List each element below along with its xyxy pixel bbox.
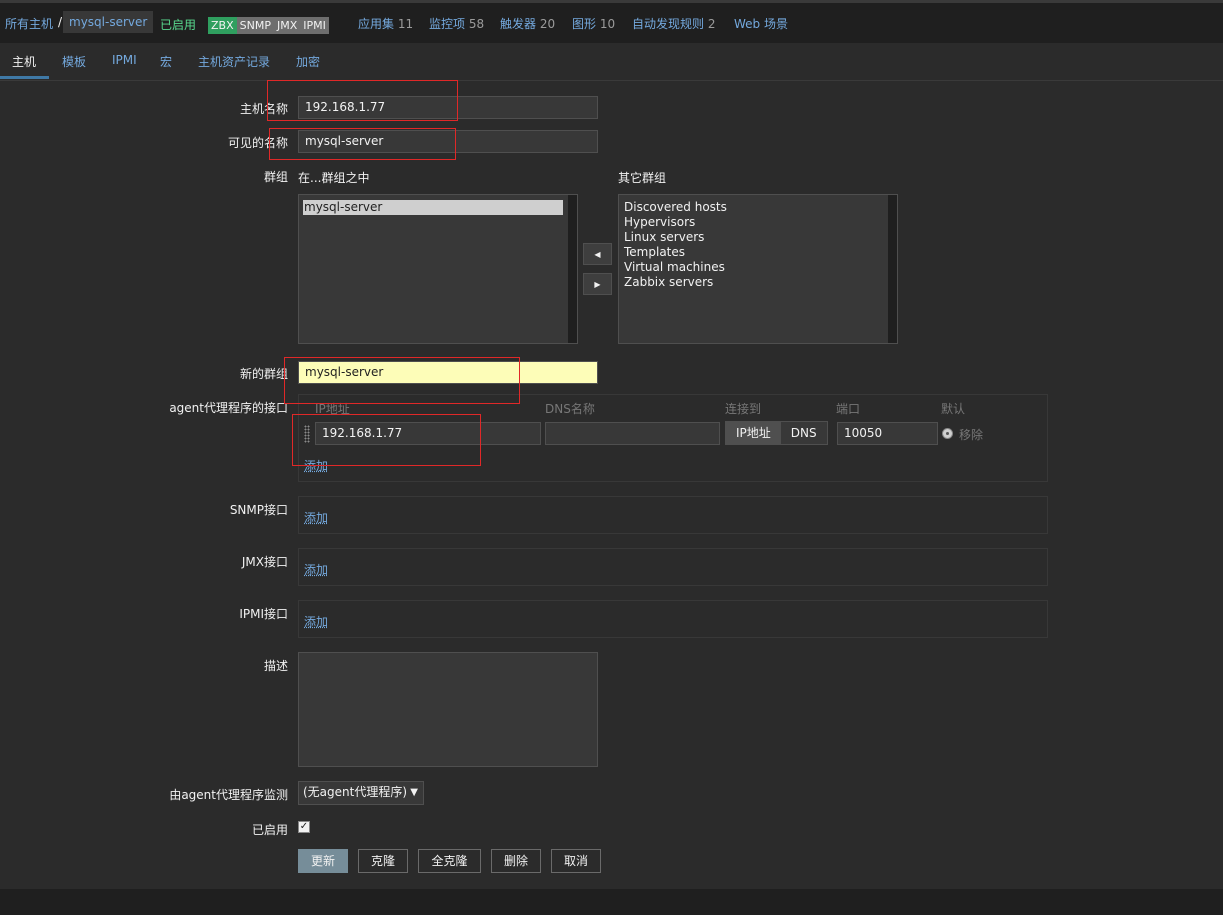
default-column-header: 默认 (941, 402, 966, 416)
clone-button[interactable]: 克隆 (358, 849, 408, 873)
connect-ip-option[interactable]: IP地址 (726, 422, 781, 444)
ip-column-header: IP地址 (315, 402, 350, 416)
dns-column-header: DNS名称 (545, 402, 595, 416)
link-discovery-rules[interactable]: 自动发现规则 2 (632, 15, 715, 32)
in-groups-listbox[interactable]: mysql-server (298, 194, 578, 344)
hostname-input[interactable]: 192.168.1.77 (298, 96, 598, 119)
list-item[interactable]: Virtual machines (619, 260, 897, 275)
list-item[interactable]: Discovered hosts (619, 200, 897, 215)
visible-name-input[interactable]: mysql-server (298, 130, 598, 153)
scrollbar[interactable] (568, 195, 577, 343)
full-clone-button[interactable]: 全克隆 (418, 849, 481, 873)
link-graphs[interactable]: 图形 10 (572, 15, 615, 32)
arrow-right-icon: ▶ (594, 279, 601, 289)
new-group-input[interactable]: mysql-server (298, 361, 598, 384)
hostname-label: 主机名称 (239, 102, 288, 116)
list-item[interactable]: Zabbix servers (619, 275, 897, 290)
connect-to-toggle: IP地址 DNS (725, 421, 828, 445)
description-label: 描述 (263, 659, 288, 673)
port-column-header: 端口 (836, 402, 861, 416)
proxy-select[interactable]: (无agent代理程序) ▼ (298, 781, 424, 805)
ipmi-badge: IPMI (300, 17, 329, 34)
ipmi-interfaces-label: IPMI接口 (239, 607, 288, 621)
list-item[interactable]: mysql-server (303, 200, 563, 215)
host-status-enabled[interactable]: 已启用 (160, 16, 196, 33)
snmp-interfaces-panel: 添加 (298, 496, 1048, 534)
tab-host[interactable]: 主机 (12, 53, 36, 70)
agent-interfaces-label: agent代理程序的接口 (169, 401, 288, 415)
add-agent-interface-link[interactable]: 添加 (304, 457, 328, 474)
update-button[interactable]: 更新 (298, 849, 348, 873)
list-item[interactable]: Hypervisors (619, 215, 897, 230)
cancel-button[interactable]: 取消 (551, 849, 601, 873)
add-jmx-interface-link[interactable]: 添加 (304, 561, 328, 578)
jmx-badge: JMX (273, 17, 301, 34)
enabled-label: 已启用 (251, 823, 288, 837)
description-textarea[interactable] (298, 652, 598, 767)
scrollbar[interactable] (888, 195, 897, 343)
link-web-scenarios[interactable]: Web 场景 (734, 15, 788, 32)
list-item[interactable]: Linux servers (619, 230, 897, 245)
remove-interface-link[interactable]: 移除 (959, 426, 983, 443)
link-triggers[interactable]: 触发器 20 (500, 15, 555, 32)
move-right-button[interactable]: ▶ (583, 273, 612, 295)
interface-ip-input[interactable]: 192.168.1.77 (315, 422, 541, 445)
proxy-select-value: (无agent代理程序) (303, 785, 408, 799)
delete-button[interactable]: 删除 (491, 849, 541, 873)
tab-bar: 主机 模板 IPMI 宏 主机资产记录 加密 (0, 43, 1223, 81)
interface-dns-input[interactable] (545, 422, 720, 445)
connect-column-header: 连接到 (725, 402, 762, 416)
groups-label: 群组 (263, 170, 288, 184)
availability-badges: ZBX SNMP JMX IPMI (208, 17, 329, 34)
tab-macros[interactable]: 宏 (160, 53, 172, 70)
add-snmp-interface-link[interactable]: 添加 (304, 509, 328, 526)
host-header-bar: 所有主机 / mysql-server 已启用 ZBX SNMP JMX IPM… (0, 0, 1223, 43)
tab-ipmi[interactable]: IPMI (112, 53, 137, 67)
drag-handle-icon[interactable] (304, 425, 310, 443)
other-groups-listbox[interactable]: Discovered hosts Hypervisors Linux serve… (618, 194, 898, 344)
breadcrumb-host[interactable]: mysql-server (63, 11, 154, 33)
visible-name-label: 可见的名称 (227, 136, 288, 150)
snmp-badge: SNMP (236, 17, 274, 34)
tab-inventory[interactable]: 主机资产记录 (198, 53, 270, 70)
dropdown-arrow-icon: ▼ (410, 787, 418, 798)
snmp-interfaces-label: SNMP接口 (229, 503, 288, 517)
tab-encryption[interactable]: 加密 (296, 53, 320, 70)
breadcrumb-all-hosts[interactable]: 所有主机 (5, 15, 53, 32)
in-groups-label: 在...群组之中 (298, 171, 370, 185)
ipmi-interfaces-panel: 添加 (298, 600, 1048, 638)
breadcrumb-separator: / (58, 15, 63, 29)
connect-dns-option[interactable]: DNS (780, 422, 827, 444)
footer-bar (0, 889, 1223, 915)
zbx-badge: ZBX (208, 17, 237, 34)
jmx-interfaces-label: JMX接口 (241, 555, 288, 569)
agent-interfaces-panel: IP地址 DNS名称 连接到 端口 默认 192.168.1.77 IP地址 D… (298, 394, 1048, 482)
list-item[interactable]: Templates (619, 245, 897, 260)
jmx-interfaces-panel: 添加 (298, 548, 1048, 586)
link-items[interactable]: 监控项 58 (429, 15, 484, 32)
tab-templates[interactable]: 模板 (62, 53, 86, 70)
monitored-by-proxy-label: 由agent代理程序监测 (169, 788, 288, 802)
new-group-label: 新的群组 (239, 367, 288, 381)
checkmark-icon: ✓ (299, 821, 309, 832)
enabled-checkbox[interactable]: ✓ (298, 821, 310, 833)
link-applications[interactable]: 应用集 11 (358, 15, 413, 32)
active-tab-indicator (0, 76, 49, 79)
arrow-left-icon: ◀ (594, 249, 601, 259)
other-groups-label: 其它群组 (618, 171, 667, 185)
default-interface-radio[interactable] (942, 428, 953, 439)
add-ipmi-interface-link[interactable]: 添加 (304, 613, 328, 630)
move-left-button[interactable]: ◀ (583, 243, 612, 265)
interface-port-input[interactable]: 10050 (837, 422, 938, 445)
